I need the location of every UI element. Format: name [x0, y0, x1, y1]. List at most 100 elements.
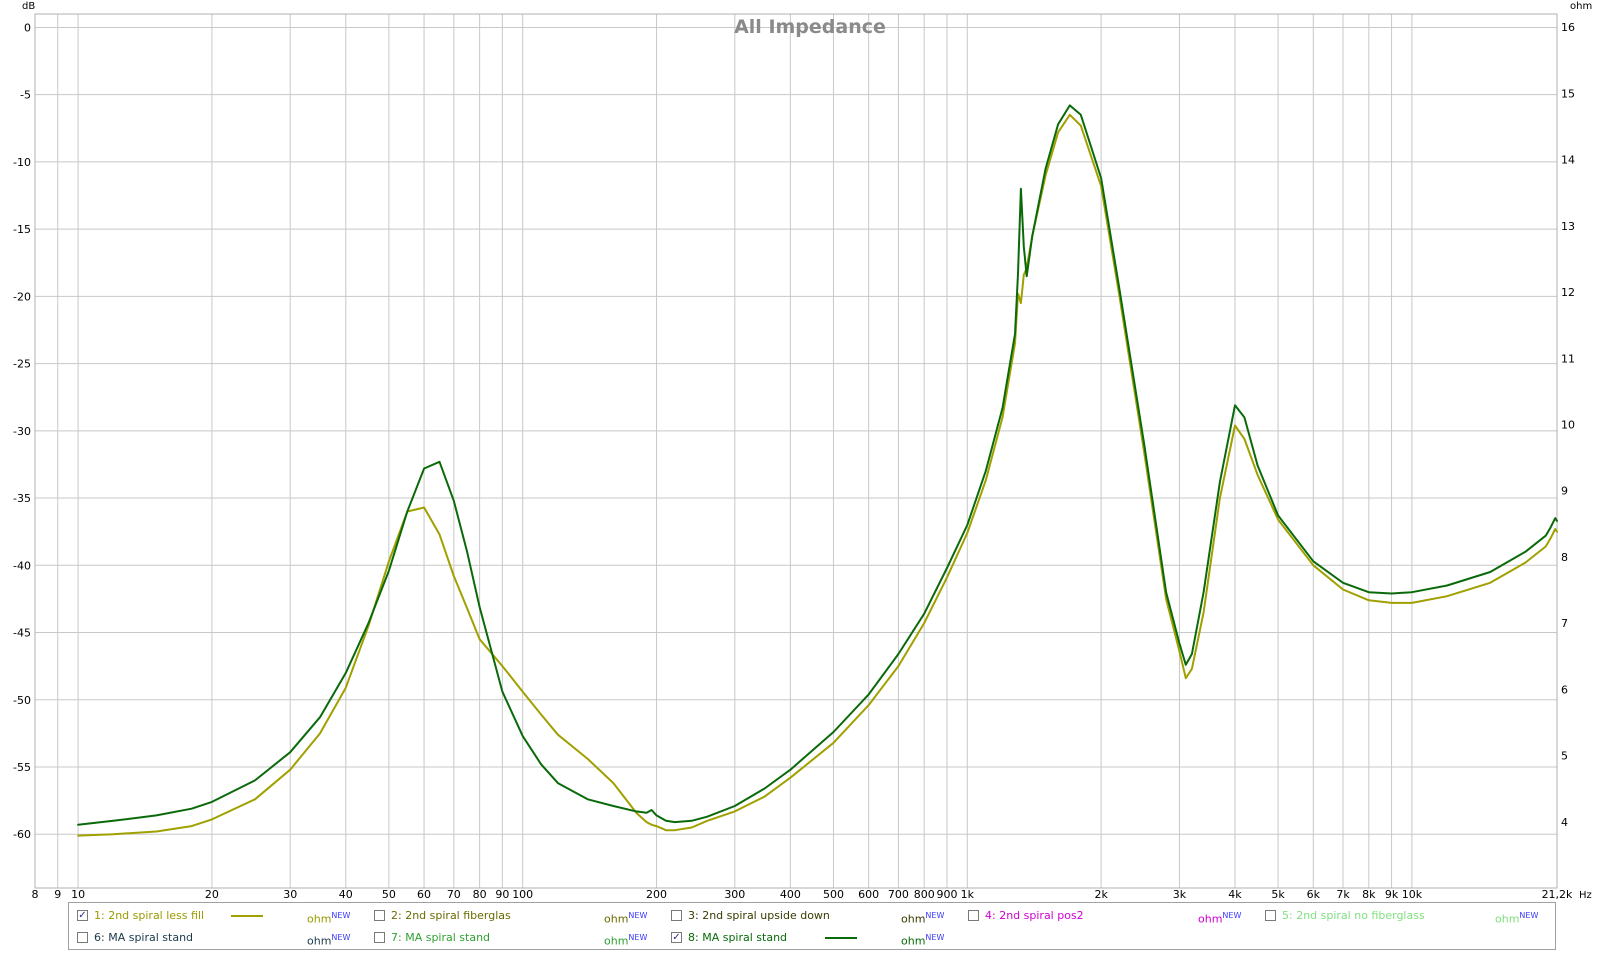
right-y-tick-label: 4	[1561, 816, 1568, 829]
x-tick-label: 9k	[1385, 888, 1399, 900]
x-tick-label: 21,2k	[1542, 888, 1573, 900]
x-tick-label: 500	[823, 888, 844, 900]
left-y-tick-label: -30	[13, 425, 31, 438]
legend-item-4[interactable]: 4: 2nd spiral pos2 ohmNEW	[960, 905, 1257, 927]
new-badge: NEW	[628, 933, 648, 942]
left-y-tick-label: -10	[13, 156, 31, 169]
x-tick-label: 400	[780, 888, 801, 900]
left-y-tick-label: -25	[13, 358, 31, 371]
x-tick-label: 80	[473, 888, 487, 900]
impedance-chart: All Impedance dB ohm Hz 8 9 10 20 30 40 50 60 70…	[0, 0, 1617, 900]
right-y-tick-label: 10	[1561, 419, 1575, 432]
new-badge: NEW	[331, 933, 351, 942]
chart-title: All Impedance	[734, 16, 886, 38]
legend-unit-6: ohmNEW	[307, 933, 351, 948]
x-tick-label: 200	[646, 888, 667, 900]
x-tick-label: 20	[205, 888, 219, 900]
left-axis-unit: dB	[22, 1, 35, 12]
legend-item-2[interactable]: 2: 2nd spiral fiberglas ohmNEW	[366, 905, 663, 927]
new-badge: NEW	[1222, 911, 1242, 920]
right-y-tick-label: 8	[1561, 551, 1568, 564]
legend-checkbox-5[interactable]	[1265, 910, 1276, 921]
legend-item-5[interactable]: 5: 2nd spiral no fiberglass ohmNEW	[1257, 905, 1554, 927]
x-tick-label: 2k	[1094, 888, 1108, 900]
right-y-tick-label: 5	[1561, 750, 1568, 763]
x-tick-label: 700	[888, 888, 909, 900]
right-y-tick-label: 11	[1561, 352, 1575, 365]
x-tick-label: 30	[283, 888, 297, 900]
x-tick-label: 40	[339, 888, 353, 900]
x-tick-label: 9	[54, 888, 61, 900]
legend-swatch-8	[825, 937, 857, 939]
legend-unit-7: ohmNEW	[604, 933, 648, 948]
legend-item-8[interactable]: ✓ 8: MA spiral stand ohmNEW	[663, 927, 960, 949]
left-y-tick-label: -35	[13, 492, 31, 505]
x-tick-label: 10	[71, 888, 85, 900]
legend-item-6[interactable]: 6: MA spiral stand ohmNEW	[69, 927, 366, 949]
legend-checkbox-2[interactable]	[374, 910, 385, 921]
left-y-tick-label: -60	[13, 828, 31, 841]
legend-item-7[interactable]: 7: MA spiral stand ohmNEW	[366, 927, 663, 949]
x-tick-label: 5k	[1271, 888, 1285, 900]
left-y-tick-label: 0	[24, 21, 31, 34]
x-tick-label: 50	[382, 888, 396, 900]
right-y-tick-label: 14	[1561, 154, 1575, 167]
right-y-tick-label: 9	[1561, 485, 1568, 498]
legend-swatch-1	[231, 915, 263, 917]
right-y-tick-label: 6	[1561, 683, 1568, 696]
legend-item-1[interactable]: ✓ 1: 2nd spiral less fill ohmNEW	[69, 905, 366, 927]
new-badge: NEW	[925, 933, 945, 942]
legend-label-1: 1: 2nd spiral less fill	[94, 909, 205, 922]
x-tick-label: 6k	[1307, 888, 1321, 900]
legend-label-8: 8: MA spiral stand	[688, 931, 788, 944]
new-badge: NEW	[925, 911, 945, 920]
legend-checkbox-4[interactable]	[968, 910, 979, 921]
right-y-tick-label: 16	[1561, 21, 1575, 34]
legend-checkbox-1[interactable]: ✓	[77, 910, 88, 921]
right-y-tick-label: 13	[1561, 220, 1575, 233]
new-badge: NEW	[1519, 911, 1539, 920]
left-y-tick-label: -5	[20, 89, 31, 102]
legend: ✓ 1: 2nd spiral less fill ohmNEW 2: 2nd …	[68, 902, 1556, 950]
x-tick-label: 900	[936, 888, 957, 900]
legend-label-4: 4: 2nd spiral pos2	[985, 909, 1084, 922]
x-tick-label: 3k	[1173, 888, 1187, 900]
left-y-tick-label: -15	[13, 223, 31, 236]
legend-label-5: 5: 2nd spiral no fiberglass	[1282, 909, 1425, 922]
left-y-tick-label: -20	[13, 290, 31, 303]
legend-label-7: 7: MA spiral stand	[391, 931, 491, 944]
legend-checkbox-7[interactable]	[374, 932, 385, 943]
x-tick-label: 1k	[961, 888, 975, 900]
x-tick-label: 8k	[1362, 888, 1376, 900]
right-axis-unit: ohm	[1570, 1, 1592, 12]
x-tick-label: 70	[447, 888, 461, 900]
legend-label-2: 2: 2nd spiral fiberglas	[391, 909, 511, 922]
x-tick-label: 60	[417, 888, 431, 900]
left-y-tick-label: -45	[13, 627, 31, 640]
new-badge: NEW	[628, 911, 648, 920]
x-tick-label: 90	[495, 888, 509, 900]
x-tick-label: 10k	[1402, 888, 1423, 900]
left-y-tick-label: -40	[13, 559, 31, 572]
x-tick-label: 300	[724, 888, 745, 900]
legend-label-6: 6: MA spiral stand	[94, 931, 194, 944]
x-axis-unit: Hz	[1579, 890, 1592, 900]
legend-row: ✓ 1: 2nd spiral less fill ohmNEW 2: 2nd …	[69, 905, 1555, 927]
new-badge: NEW	[331, 911, 351, 920]
legend-checkbox-6[interactable]	[77, 932, 88, 943]
right-y-tick-label: 12	[1561, 286, 1575, 299]
x-tick-label: 600	[858, 888, 879, 900]
x-tick-label: 7k	[1336, 888, 1350, 900]
right-y-tick-label: 7	[1561, 617, 1568, 630]
x-tick-label: 100	[512, 888, 533, 900]
legend-checkbox-3[interactable]	[671, 910, 682, 921]
right-y-tick-label: 15	[1561, 87, 1575, 100]
legend-item-3[interactable]: 3: 2nd spiral upside down ohmNEW	[663, 905, 960, 927]
x-tick-label: 800	[914, 888, 935, 900]
x-tick-label: 4k	[1228, 888, 1242, 900]
x-tick-label: 8	[32, 888, 39, 900]
legend-unit-8: ohmNEW	[901, 933, 945, 948]
left-y-tick-label: -55	[13, 761, 31, 774]
legend-label-3: 3: 2nd spiral upside down	[688, 909, 830, 922]
legend-checkbox-8[interactable]: ✓	[671, 932, 682, 943]
